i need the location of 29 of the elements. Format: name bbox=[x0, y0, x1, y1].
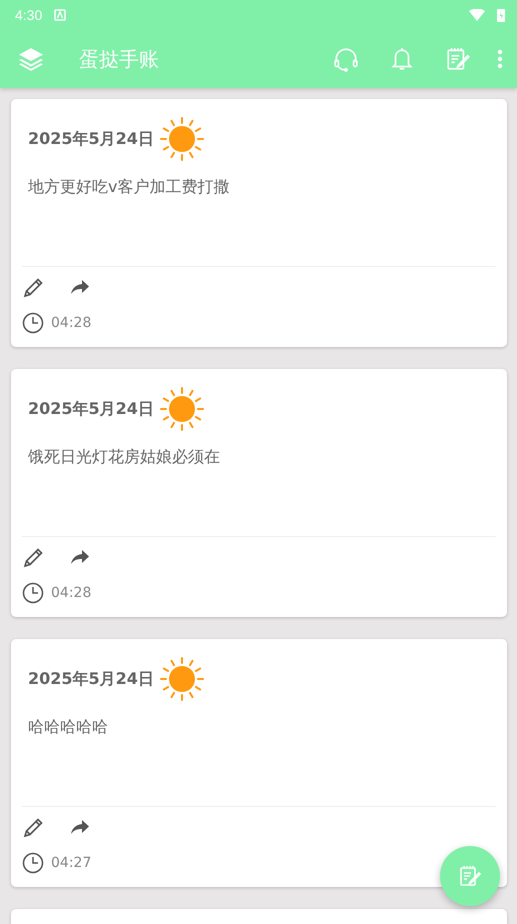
sun-icon bbox=[160, 117, 204, 161]
wifi-icon bbox=[469, 9, 485, 21]
entry-text: 哈哈哈哈哈 bbox=[28, 717, 109, 738]
entry-text: 地方更好吃v客户加工费打撒 bbox=[28, 177, 230, 198]
entry-text: 饿死日光灯花房姑娘必须在 bbox=[28, 447, 221, 468]
clock-icon bbox=[22, 312, 44, 334]
clock-icon bbox=[22, 852, 44, 874]
entry-time: 04:28 bbox=[51, 585, 92, 601]
sun-icon bbox=[160, 657, 204, 701]
clock-icon bbox=[22, 582, 44, 604]
notepad-pencil-icon[interactable] bbox=[445, 46, 471, 72]
entry-time: 04:28 bbox=[51, 315, 92, 331]
entry-time: 04:27 bbox=[51, 855, 92, 871]
entry-date: 2025年5月24日 bbox=[28, 398, 154, 420]
more-menu-icon[interactable] bbox=[497, 49, 503, 69]
notification-icon bbox=[54, 9, 66, 21]
entry-card[interactable]: 2025年5月24日 饿死日光灯花房姑娘必须在 04:28 bbox=[11, 369, 507, 617]
entry-card[interactable]: 2025年5月24日 哈哈哈哈哈 04:27 bbox=[11, 639, 507, 887]
bell-icon[interactable] bbox=[389, 46, 415, 72]
sun-icon bbox=[160, 387, 204, 431]
battery-icon bbox=[497, 8, 505, 22]
layers-icon[interactable] bbox=[18, 46, 44, 72]
entry-card[interactable]: 2025年5月24日 地方更好吃v客户加工费打撒 04:28 bbox=[11, 99, 507, 347]
entry-date: 2025年5月24日 bbox=[28, 128, 154, 150]
status-time: 4:30 bbox=[15, 7, 42, 23]
notepad-pencil-icon bbox=[458, 864, 482, 888]
headset-icon[interactable] bbox=[333, 46, 359, 72]
app-title: 蛋挞手账 bbox=[79, 46, 160, 72]
entry-date: 2025年5月24日 bbox=[28, 668, 154, 690]
